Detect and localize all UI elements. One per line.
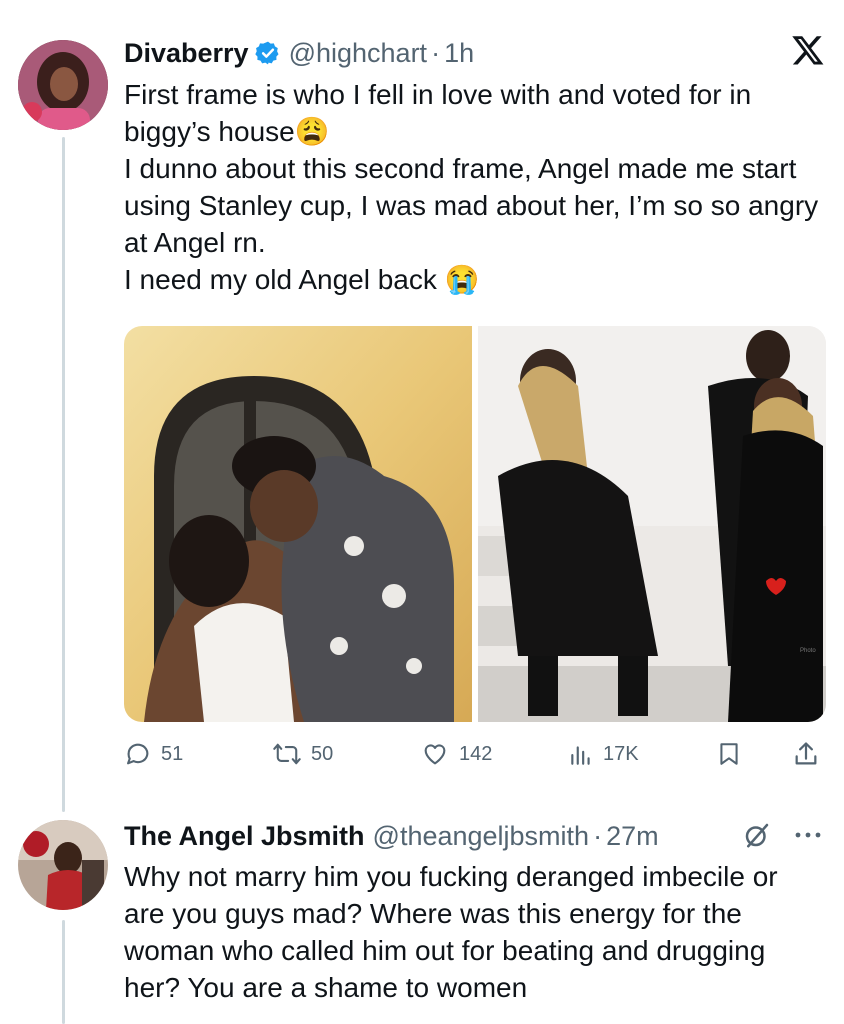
- grok-icon[interactable]: [742, 820, 772, 850]
- tweet-text: First frame is who I fell in love with a…: [124, 79, 819, 295]
- views-button[interactable]: 17K: [568, 740, 639, 768]
- repost-icon: [273, 743, 301, 765]
- tweet-media[interactable]: Photo: [124, 326, 826, 722]
- tweet-header: Divaberry @highchart · 1h: [124, 34, 474, 72]
- x-logo-icon[interactable]: [791, 33, 825, 67]
- views-icon: [571, 746, 590, 765]
- verified-badge-icon: [254, 40, 281, 66]
- reply-header: The Angel Jbsmith @theangeljbsmith · 27m: [124, 817, 659, 855]
- share-icon: [795, 742, 817, 765]
- bookmark-button[interactable]: [716, 740, 742, 768]
- separator-dot: ·: [431, 37, 441, 68]
- tweet-actions: 51 50 142 17K: [124, 732, 824, 776]
- reply-timestamp[interactable]: 27m: [606, 821, 659, 852]
- media-image-2[interactable]: Photo: [478, 326, 826, 722]
- reply-separator-dot: ·: [593, 820, 603, 851]
- author-name[interactable]: Divaberry: [124, 38, 249, 69]
- media-watermark: Photo: [800, 648, 816, 654]
- more-options-icon[interactable]: [790, 822, 826, 848]
- repost-button[interactable]: 50: [272, 740, 333, 768]
- reply-author-handle[interactable]: @theangeljbsmith: [373, 821, 590, 852]
- avatar[interactable]: [18, 40, 108, 130]
- reply-count: 51: [161, 742, 184, 765]
- share-button[interactable]: [792, 740, 820, 768]
- media-image-1[interactable]: [124, 326, 472, 722]
- reply-author-name[interactable]: The Angel Jbsmith: [124, 821, 365, 852]
- reply-icon: [127, 743, 149, 765]
- bookmark-icon: [720, 743, 738, 765]
- timestamp[interactable]: 1h: [444, 38, 474, 69]
- heart-icon: [424, 744, 446, 765]
- thread-line: [62, 137, 65, 812]
- author-handle[interactable]: @highchart: [289, 38, 427, 69]
- views-count: 17K: [603, 742, 639, 765]
- like-button[interactable]: 142: [420, 740, 492, 768]
- reply-text: Why not marry him you fucking deranged i…: [124, 861, 778, 1003]
- repost-count: 50: [311, 742, 334, 765]
- thread-line-reply: [62, 920, 65, 1024]
- like-count: 142: [459, 742, 493, 765]
- reply-avatar[interactable]: [18, 820, 108, 910]
- reply-button[interactable]: 51: [124, 740, 183, 768]
